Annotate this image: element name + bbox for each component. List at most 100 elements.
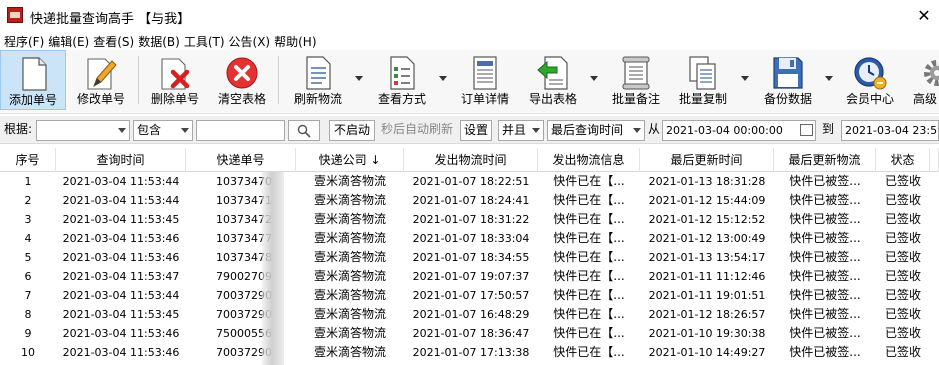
last-update-time-cell: 2021-01-10 19:30:38 (648, 327, 766, 340)
row-index-cell: 4 (24, 232, 32, 245)
list-document-icon (306, 56, 331, 90)
courier-name-cell: 壹米滴答物流 (313, 288, 386, 302)
column-header-status[interactable]: 状态 (876, 148, 930, 172)
status-cell: 已签收 (884, 307, 921, 321)
toolbar: 添加单号 修改单号 删除单号 清空表格 刷新物流 查看方式 订单详情 导出表格 … (0, 50, 939, 114)
status-cell: 已签收 (884, 345, 921, 359)
export-table-button[interactable]: 导出表格 (522, 50, 584, 110)
view-dropdown-icon[interactable] (439, 76, 447, 81)
backup-data-label: 备份数据 (763, 92, 812, 106)
menu-edit[interactable]: 编辑(E) (48, 33, 89, 50)
table-row[interactable]: 10 2021-03-04 11:53:46 70037290 壹米滴答物流 2021-… (0, 343, 939, 362)
table-row[interactable]: 5 2021-03-04 11:53:46 10373478 壹米滴答物流 2021-0… (0, 248, 939, 267)
ship-time-cell: 2021-01-07 18:34:55 (412, 251, 530, 264)
to-label: 到 (822, 122, 835, 136)
column-header-last-update-time[interactable]: 最后更新时间 (640, 148, 774, 172)
close-icon[interactable]: ✕ (912, 5, 936, 27)
match-select[interactable]: 包含 (133, 120, 193, 141)
menu-view[interactable]: 查看(S) (93, 33, 134, 50)
table-row[interactable]: 7 2021-03-04 11:53:44 70037290 壹米滴答物流 2021-0… (0, 286, 939, 305)
from-date-value: 2021-03-04 00:00:00 (666, 124, 783, 137)
last-update-time-cell: 2021-01-12 13:00:49 (648, 232, 766, 245)
last-update-info-cell: 快件已被签... (789, 345, 861, 359)
query-time-cell: 2021-03-04 11:53:46 (62, 346, 180, 359)
column-header-tracking-number[interactable]: 快递单号 (186, 148, 296, 172)
pencil-document-icon (87, 58, 117, 90)
table-row[interactable]: 6 2021-03-04 11:53:47 79002709 壹米滴答物流 2021-0… (0, 267, 939, 286)
ship-info-cell: 快件已在【... (553, 193, 625, 207)
ship-info-cell: 快件已在【... (553, 231, 625, 245)
table-row[interactable]: 8 2021-03-04 11:53:45 70037290 壹米滴答物流 2021-0… (0, 305, 939, 324)
to-date-input[interactable]: 2021-03-04 23:59 (841, 120, 939, 141)
auto-refresh-label: 秒后自动刷新 (381, 122, 454, 136)
export-icon (537, 56, 568, 90)
settings-button[interactable]: 设置 (460, 120, 492, 141)
last-update-time-cell: 2021-01-11 19:01:51 (648, 289, 766, 302)
column-header-ship-info[interactable]: 发出物流信息 (538, 148, 640, 172)
clear-table-button[interactable]: 清空表格 (212, 50, 272, 110)
column-header-query-time[interactable]: 查询时间 (56, 148, 186, 172)
row-index-cell: 8 (24, 308, 32, 321)
add-number-button[interactable]: 添加单号 (0, 50, 66, 110)
auto-refresh-toggle[interactable]: 不启动 (329, 120, 375, 141)
row-index-cell: 2 (24, 194, 32, 207)
table-row[interactable]: 2 2021-03-04 11:53:44 10373471 壹米滴答物流 2021-0… (0, 191, 939, 210)
column-header-courier[interactable]: 快递公司 ↓ (296, 148, 404, 172)
column-header-index[interactable]: 序号 (0, 148, 56, 172)
export-dropdown-icon[interactable] (590, 76, 598, 81)
copy-icon (689, 56, 716, 90)
menu-tools[interactable]: 工具(T) (184, 33, 225, 50)
table-row[interactable]: 4 2021-03-04 11:53:46 10373477 壹米滴答物流 2021-0… (0, 229, 939, 248)
toolbar-separator (278, 56, 279, 104)
ship-info-cell: 快件已在【... (553, 345, 625, 359)
delete-number-button[interactable]: 删除单号 (144, 50, 206, 110)
logic-select[interactable]: 并且 (498, 120, 544, 141)
batch-copy-button[interactable]: 批量复制 (672, 50, 734, 110)
calendar-icon[interactable] (800, 124, 813, 136)
column-header-last-update-info[interactable]: 最后更新物流 (774, 148, 876, 172)
row-index-cell: 6 (24, 270, 32, 283)
query-time-cell: 2021-03-04 11:53:44 (62, 289, 180, 302)
menu-help[interactable]: 帮助(H) (274, 33, 316, 50)
from-date-input[interactable]: 2021-03-04 00:00:00 (662, 120, 816, 141)
chevron-down-icon (115, 121, 129, 140)
last-update-info-cell: 快件已被签... (789, 212, 861, 226)
chevron-down-icon (630, 121, 644, 140)
gear-icon (924, 60, 939, 86)
refresh-dropdown-icon[interactable] (355, 76, 363, 81)
last-update-info-cell: 快件已被签... (789, 326, 861, 340)
view-mode-button[interactable]: 查看方式 (370, 50, 434, 110)
filter-bar: 根据: 包含 不启动 秒后自动刷新 设置 并且 最后查询时间 从 2021-03… (0, 116, 939, 144)
backup-dropdown-icon[interactable] (825, 76, 833, 81)
keyword-input[interactable] (196, 120, 285, 141)
batch-copy-label: 批量复制 (678, 92, 727, 106)
status-cell: 已签收 (884, 269, 921, 283)
table-row[interactable]: 1 2021-03-04 11:53:44 10373470 壹米滴答物流 2021-0… (0, 172, 939, 191)
table-row[interactable]: 9 2021-03-04 11:53:46 75000556 壹米滴答物流 2021-0… (0, 324, 939, 343)
search-button[interactable] (288, 120, 320, 141)
batch-note-button[interactable]: 批量备注 (606, 50, 666, 110)
advanced-button[interactable]: 高级 (906, 50, 939, 110)
backup-data-button[interactable]: 备份数据 (756, 50, 820, 110)
menu-data[interactable]: 数据(B) (138, 33, 180, 50)
column-header-ship-time[interactable]: 发出物流时间 (404, 148, 538, 172)
table-row[interactable]: 3 2021-03-04 11:53:45 10373472 壹米滴答物流 2021-0… (0, 210, 939, 229)
column-header-extra[interactable] (930, 148, 939, 172)
menu-notice[interactable]: 公告(X) (229, 33, 271, 50)
document-icon (22, 57, 47, 91)
copy-dropdown-icon[interactable] (741, 76, 749, 81)
clear-icon (226, 57, 258, 89)
field-select[interactable] (36, 120, 130, 141)
refresh-logistics-label: 刷新物流 (293, 92, 342, 106)
order-detail-button[interactable]: 订单详情 (454, 50, 516, 110)
time-field-select[interactable]: 最后查询时间 (547, 120, 645, 141)
clock-icon (854, 57, 887, 90)
last-update-time-cell: 2021-01-12 15:44:09 (648, 194, 766, 207)
menu-program[interactable]: 程序(F) (4, 33, 44, 50)
clear-table-label: 清空表格 (217, 92, 266, 106)
refresh-logistics-button[interactable]: 刷新物流 (286, 50, 350, 110)
member-center-button[interactable]: 会员中心 (838, 50, 902, 110)
delete-document-icon (161, 58, 190, 90)
courier-name-cell: 壹米滴答物流 (313, 345, 386, 359)
edit-number-button[interactable]: 修改单号 (70, 50, 132, 110)
